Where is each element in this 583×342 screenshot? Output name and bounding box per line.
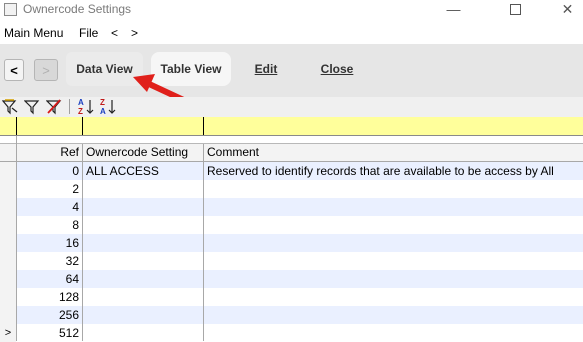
menu-main-menu[interactable]: Main Menu [4, 26, 63, 40]
filter-toolbar: A Z Z A [0, 97, 583, 117]
filter-row[interactable] [0, 117, 583, 136]
cell-ref[interactable]: 256 [17, 306, 79, 324]
filter-row-divider [82, 117, 83, 135]
sort-descending-icon[interactable]: Z A [100, 98, 116, 115]
toolbar: < > Data View Table View Edit Close [0, 44, 583, 97]
maximize-icon [510, 4, 521, 15]
table-row[interactable]: >512 [0, 324, 583, 342]
close-window-button[interactable]: ✕ [550, 0, 583, 20]
cell-ref[interactable]: 32 [17, 252, 79, 270]
cell-ref[interactable]: 8 [17, 216, 79, 234]
column-divider [203, 144, 204, 341]
menu-forward[interactable]: > [131, 26, 138, 40]
filter-row-divider [203, 117, 204, 135]
grid-header: Ref Ownercode Setting Comment [0, 144, 583, 162]
cell-ref[interactable]: 4 [17, 198, 79, 216]
cell-ref[interactable]: 64 [17, 270, 79, 288]
row-indicator[interactable] [0, 288, 16, 306]
cell-ref[interactable]: 128 [17, 288, 79, 306]
svg-text:A: A [100, 107, 106, 115]
cell-ref[interactable]: 2 [17, 180, 79, 198]
row-indicator[interactable] [0, 306, 16, 324]
maximize-button[interactable] [498, 0, 533, 20]
svg-text:Z: Z [78, 107, 83, 115]
table-row[interactable]: 32 [0, 252, 583, 270]
svg-text:A: A [78, 98, 84, 107]
cell-ref[interactable]: 512 [17, 324, 79, 342]
menu-back[interactable]: < [111, 26, 118, 40]
row-indicator[interactable] [0, 234, 16, 252]
data-grid: Ref Ownercode Setting Comment 0 ALL ACCES… [0, 117, 583, 342]
toolbar-separator [69, 99, 70, 114]
header-ref[interactable]: Ref [17, 144, 79, 161]
sort-ascending-icon[interactable]: A Z [78, 98, 94, 115]
table-row[interactable]: 128 [0, 288, 583, 306]
menu-file[interactable]: File [79, 26, 98, 40]
row-indicator[interactable] [0, 270, 16, 288]
edit-button[interactable]: Edit [246, 52, 286, 86]
cell-ref[interactable]: 16 [17, 234, 79, 252]
menu-bar: Main Menu File < > [0, 24, 583, 42]
header-comment[interactable]: Comment [207, 144, 259, 161]
row-indicator[interactable] [0, 252, 16, 270]
cell-comment[interactable]: Reserved to identify records that are av… [207, 162, 554, 180]
cell-ref[interactable]: 0 [17, 162, 79, 180]
table-row[interactable]: 8 [0, 216, 583, 234]
column-divider [82, 144, 83, 341]
row-indicator[interactable]: > [0, 324, 16, 342]
cell-setting[interactable]: ALL ACCESS [86, 162, 159, 180]
table-row[interactable]: 0 ALL ACCESS Reserved to identify records … [0, 162, 583, 180]
row-indicator[interactable] [0, 198, 16, 216]
svg-text:Z: Z [100, 98, 105, 107]
window-title: Ownercode Settings [23, 2, 132, 16]
column-divider [16, 136, 17, 341]
table-row[interactable]: 256 [0, 306, 583, 324]
filter-apply-icon[interactable] [2, 98, 18, 115]
title-bar: Ownercode Settings — ✕ [0, 0, 583, 20]
grid-spacer [0, 136, 583, 144]
app-icon [4, 3, 17, 16]
close-button[interactable]: Close [311, 52, 363, 86]
filter-row-divider [16, 117, 17, 135]
table-row[interactable]: 4 [0, 198, 583, 216]
row-indicator[interactable] [0, 216, 16, 234]
back-button[interactable]: < [4, 59, 24, 81]
row-indicator[interactable] [0, 162, 16, 180]
header-setting[interactable]: Ownercode Setting [86, 144, 188, 161]
minimize-button[interactable]: — [436, 0, 471, 20]
table-row[interactable]: 2 [0, 180, 583, 198]
table-row[interactable]: 64 [0, 270, 583, 288]
forward-button[interactable]: > [34, 59, 58, 81]
row-indicator[interactable] [0, 180, 16, 198]
filter-icon[interactable] [24, 98, 40, 115]
table-row[interactable]: 16 [0, 234, 583, 252]
filter-clear-icon[interactable] [46, 98, 62, 115]
